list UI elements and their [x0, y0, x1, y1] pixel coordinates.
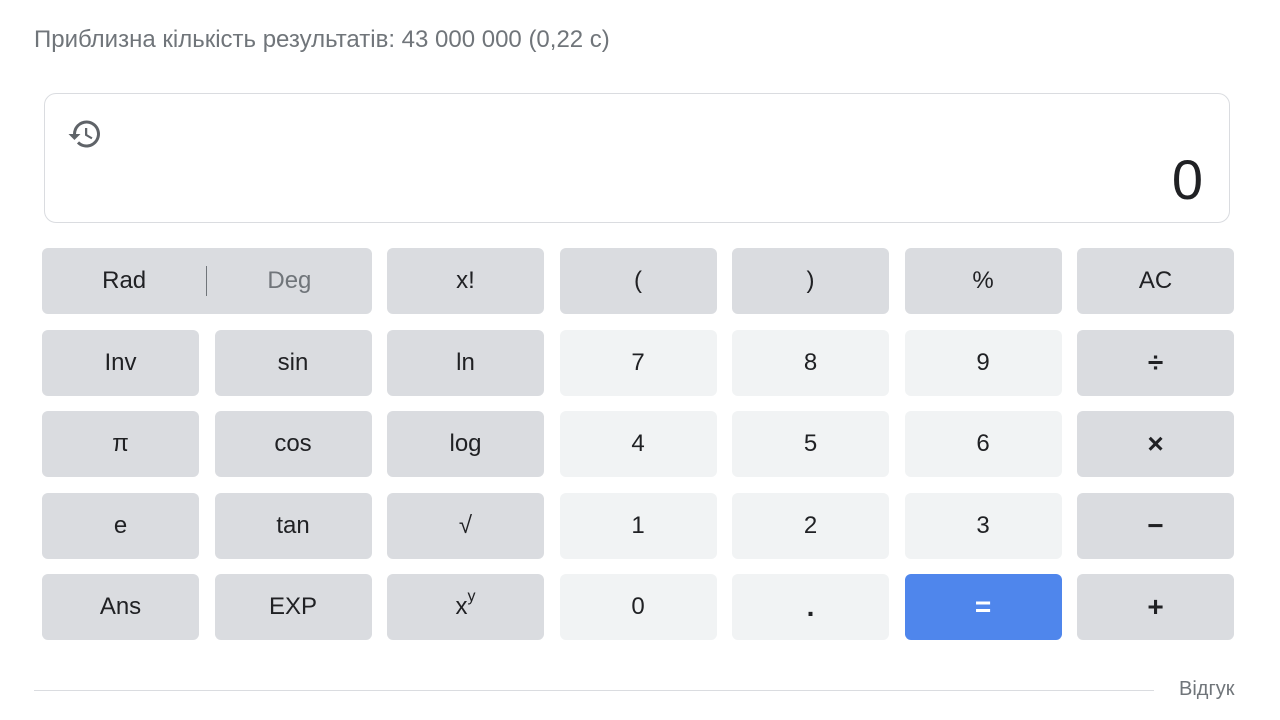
minus-button[interactable]: −: [1077, 492, 1234, 559]
history-button[interactable]: [63, 112, 107, 156]
power-button[interactable]: xy: [387, 574, 544, 640]
equals-button[interactable]: =: [904, 574, 1062, 640]
digit-1-button[interactable]: 1: [559, 492, 717, 559]
ln-button[interactable]: ln: [387, 329, 544, 396]
exp-button[interactable]: EXP: [214, 574, 372, 640]
history-icon: [68, 120, 100, 148]
close-paren-button[interactable]: ): [732, 248, 889, 314]
pi-button[interactable]: π: [42, 411, 199, 477]
log-button[interactable]: log: [387, 411, 544, 477]
result-stats: Приблизна кількість результатів: 43 000 …: [34, 26, 610, 53]
cos-button[interactable]: cos: [214, 411, 372, 477]
digit-6-button[interactable]: 6: [904, 411, 1062, 477]
e-button[interactable]: e: [42, 492, 199, 559]
digit-0-button[interactable]: 0: [559, 574, 717, 640]
plus-button[interactable]: +: [1077, 574, 1234, 640]
digit-5-button[interactable]: 5: [732, 411, 889, 477]
power-base-label: x: [455, 593, 468, 620]
inv-button[interactable]: Inv: [42, 329, 199, 396]
digit-2-button[interactable]: 2: [732, 492, 889, 559]
factorial-button[interactable]: x!: [387, 248, 544, 314]
multiply-button[interactable]: ×: [1077, 411, 1234, 477]
calculator-display: 0: [44, 93, 1230, 223]
divide-button[interactable]: ÷: [1077, 329, 1234, 396]
percent-button[interactable]: %: [904, 248, 1062, 314]
footer-divider: [34, 690, 1154, 691]
feedback-link[interactable]: Відгук: [1179, 678, 1235, 701]
deg-button[interactable]: Deg: [207, 248, 371, 314]
digit-9-button[interactable]: 9: [904, 329, 1062, 396]
decimal-point-button[interactable]: .: [732, 574, 889, 640]
digit-4-button[interactable]: 4: [559, 411, 717, 477]
tan-button[interactable]: tan: [214, 492, 372, 559]
clear-button[interactable]: AC: [1077, 248, 1234, 314]
open-paren-button[interactable]: (: [559, 248, 717, 314]
ans-button[interactable]: Ans: [42, 574, 199, 640]
sqrt-button[interactable]: √: [387, 492, 544, 559]
digit-7-button[interactable]: 7: [559, 329, 717, 396]
display-value: 0: [1171, 148, 1203, 211]
rad-button[interactable]: Rad: [42, 248, 206, 314]
digit-8-button[interactable]: 8: [732, 329, 889, 396]
calculator-keypad: Rad Deg x! ( ) % AC Inv sin ln 7 8 9 ÷ π…: [42, 248, 1234, 640]
power-exponent-label: y: [467, 588, 476, 605]
rad-deg-toggle[interactable]: Rad Deg: [42, 248, 372, 314]
digit-3-button[interactable]: 3: [904, 492, 1062, 559]
sin-button[interactable]: sin: [214, 329, 372, 396]
